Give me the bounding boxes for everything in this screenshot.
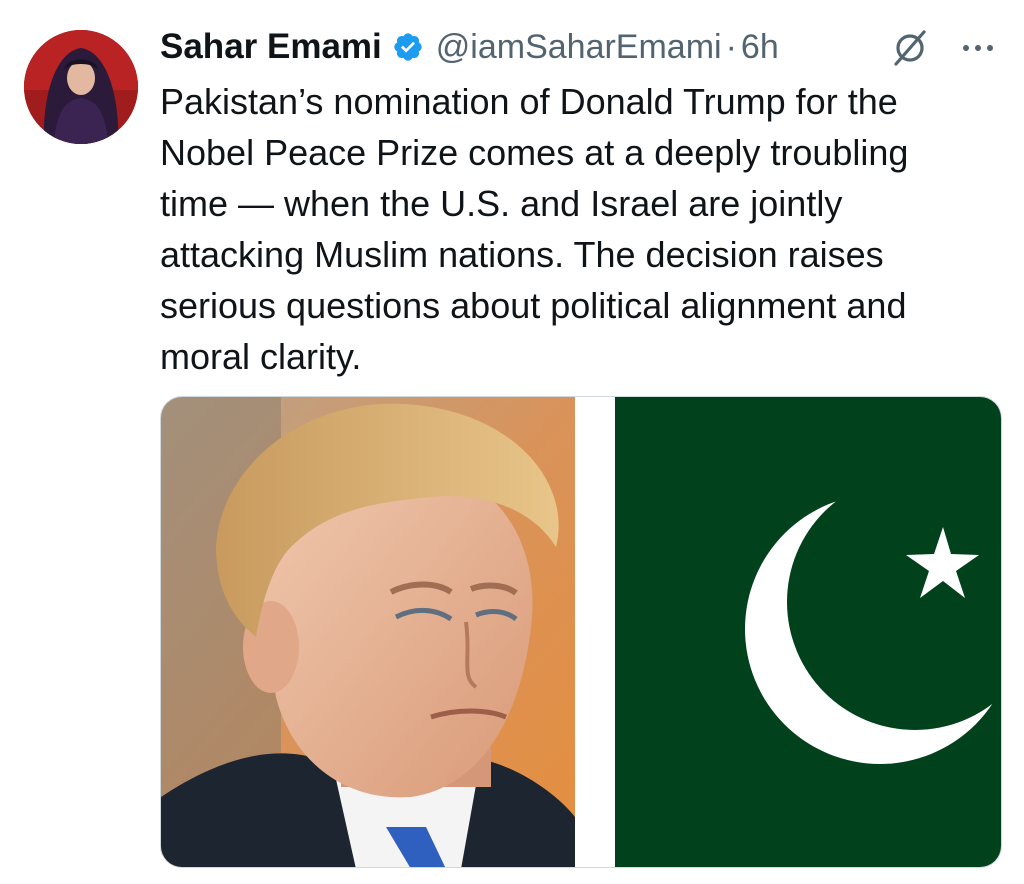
tweet[interactable]: Sahar Emami @iamSaharEmami · 6h Pakistan…: [0, 0, 1024, 884]
avatar-photo: [24, 30, 138, 144]
tweet-text-line: serious questions about political alignm…: [160, 285, 907, 326]
tweet-timestamp[interactable]: 6h: [741, 28, 779, 67]
avatar[interactable]: [24, 30, 138, 144]
tweet-text-line: time — when the U.S. and Israel are join…: [160, 183, 843, 224]
author-handle[interactable]: @iamSaharEmami: [436, 28, 722, 67]
separator-dot: ·: [725, 27, 737, 66]
author-name[interactable]: Sahar Emami: [160, 27, 382, 67]
grok-icon[interactable]: [886, 26, 934, 70]
pakistan-flag[interactable]: [575, 397, 1001, 867]
tweet-media[interactable]: [160, 396, 1002, 868]
portrait-photo[interactable]: [161, 397, 575, 867]
tweet-header: Sahar Emami @iamSaharEmami · 6h: [160, 22, 779, 72]
tweet-text-line: moral clarity.: [160, 336, 362, 377]
more-dots-icon[interactable]: [958, 28, 998, 68]
tweet-text-line: Nobel Peace Prize comes at a deeply trou…: [160, 132, 909, 173]
verified-badge-icon[interactable]: [392, 31, 424, 63]
tweet-text-line: Pakistan’s nomination of Donald Trump fo…: [160, 81, 898, 122]
tweet-text-line: attacking Muslim nations. The decision r…: [160, 234, 884, 275]
tweet-text: Pakistan’s nomination of Donald Trump fo…: [160, 76, 1000, 382]
